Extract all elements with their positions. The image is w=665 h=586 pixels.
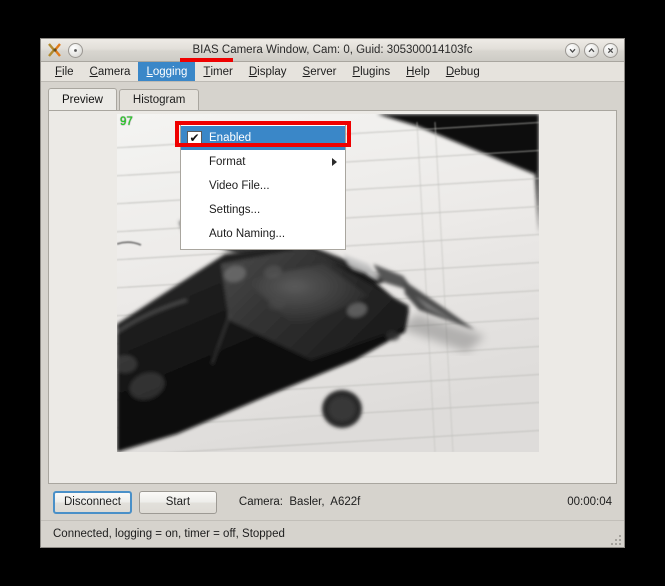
menu-server-rest: erver [310,65,337,78]
titlebar-left-controls [45,42,83,58]
bias-camera-window: BIAS Camera Window, Cam: 0, Guid: 305300… [40,38,625,548]
menu-item-enabled[interactable]: ✔ Enabled [181,126,345,150]
menu-camera-mnemonic: C [89,65,98,78]
menu-server-mnemonic: S [302,65,311,78]
menu-timer-rest: imer [210,65,233,78]
maximize-icon[interactable] [584,42,599,58]
statusbar: Connected, logging = on, timer = off, St… [41,520,624,547]
logging-menu-annotation-bar [180,58,233,62]
menu-item-settings-label: Settings... [209,204,261,216]
menu-plugins-mnemonic: P [352,65,361,78]
start-button[interactable]: Start [138,490,217,514]
menu-logging-rest: ogging [152,65,188,78]
menu-camera[interactable]: Camera [82,62,139,81]
menu-help-mnemonic: H [406,65,415,78]
menu-item-auto-naming[interactable]: Auto Naming... [181,222,345,246]
menu-plugins[interactable]: Plugins [344,62,398,81]
menu-debug[interactable]: Debug [438,62,488,81]
menu-item-video-file[interactable]: Video File... [181,174,345,198]
tabbar: Preview Histogram [48,88,617,110]
chevron-right-icon [332,158,337,166]
tab-preview[interactable]: Preview [48,88,117,110]
disconnect-button[interactable]: Disconnect [53,490,132,514]
menu-camera-rest: amera [97,65,131,78]
menu-display-mnemonic: D [248,65,258,78]
timer-display: 00:00:04 [567,496,612,508]
close-icon[interactable] [603,42,618,58]
logging-dropdown-menu: ✔ Enabled Format Video File... Settings.… [180,124,346,250]
menu-help[interactable]: Help [398,62,438,81]
menu-item-auto-naming-label: Auto Naming... [209,228,286,240]
menu-file[interactable]: File [47,62,82,81]
menu-item-enabled-label: Enabled [209,132,252,144]
menu-debug-rest: ebug [454,65,480,78]
menu-timer-mnemonic: T [203,65,211,78]
menu-display-rest: isplay [257,65,287,78]
status-text: Connected, logging = on, timer = off, St… [53,528,285,540]
menu-display[interactable]: Display [241,62,295,81]
menu-file-rest: ile [62,65,74,78]
tab-histogram[interactable]: Histogram [118,89,200,110]
camera-info-label: Camera: Basler, A622f [238,496,361,508]
titlebar-window-buttons [565,42,620,58]
minimize-icon[interactable] [565,42,580,58]
checkmark-icon[interactable]: ✔ [187,130,202,146]
menu-item-settings[interactable]: Settings... [181,198,345,222]
menu-file-mnemonic: F [55,65,63,78]
menu-debug-mnemonic: D [445,65,455,78]
menu-help-rest: elp [414,65,430,78]
menu-server[interactable]: Server [295,62,345,81]
window-title: BIAS Camera Window, Cam: 0, Guid: 305300… [192,44,473,56]
menu-timer[interactable]: Timer [195,62,240,81]
titlebar[interactable]: BIAS Camera Window, Cam: 0, Guid: 305300… [41,39,624,62]
menu-logging[interactable]: Logging [138,62,196,81]
control-bar: Disconnect Start Camera: Basler, A622f 0… [41,484,624,520]
menubar: File Camera Logging Timer Display Server… [41,62,624,82]
bias-logo-icon [47,42,63,58]
window-menu-button[interactable] [68,42,83,58]
menu-item-video-file-label: Video File... [209,180,270,192]
menu-plugins-rest: lugins [360,65,391,78]
fps-overlay: 97 [120,116,133,128]
menu-item-format[interactable]: Format [181,150,345,174]
resize-grip[interactable] [608,532,621,545]
menu-item-format-label: Format [209,156,246,168]
